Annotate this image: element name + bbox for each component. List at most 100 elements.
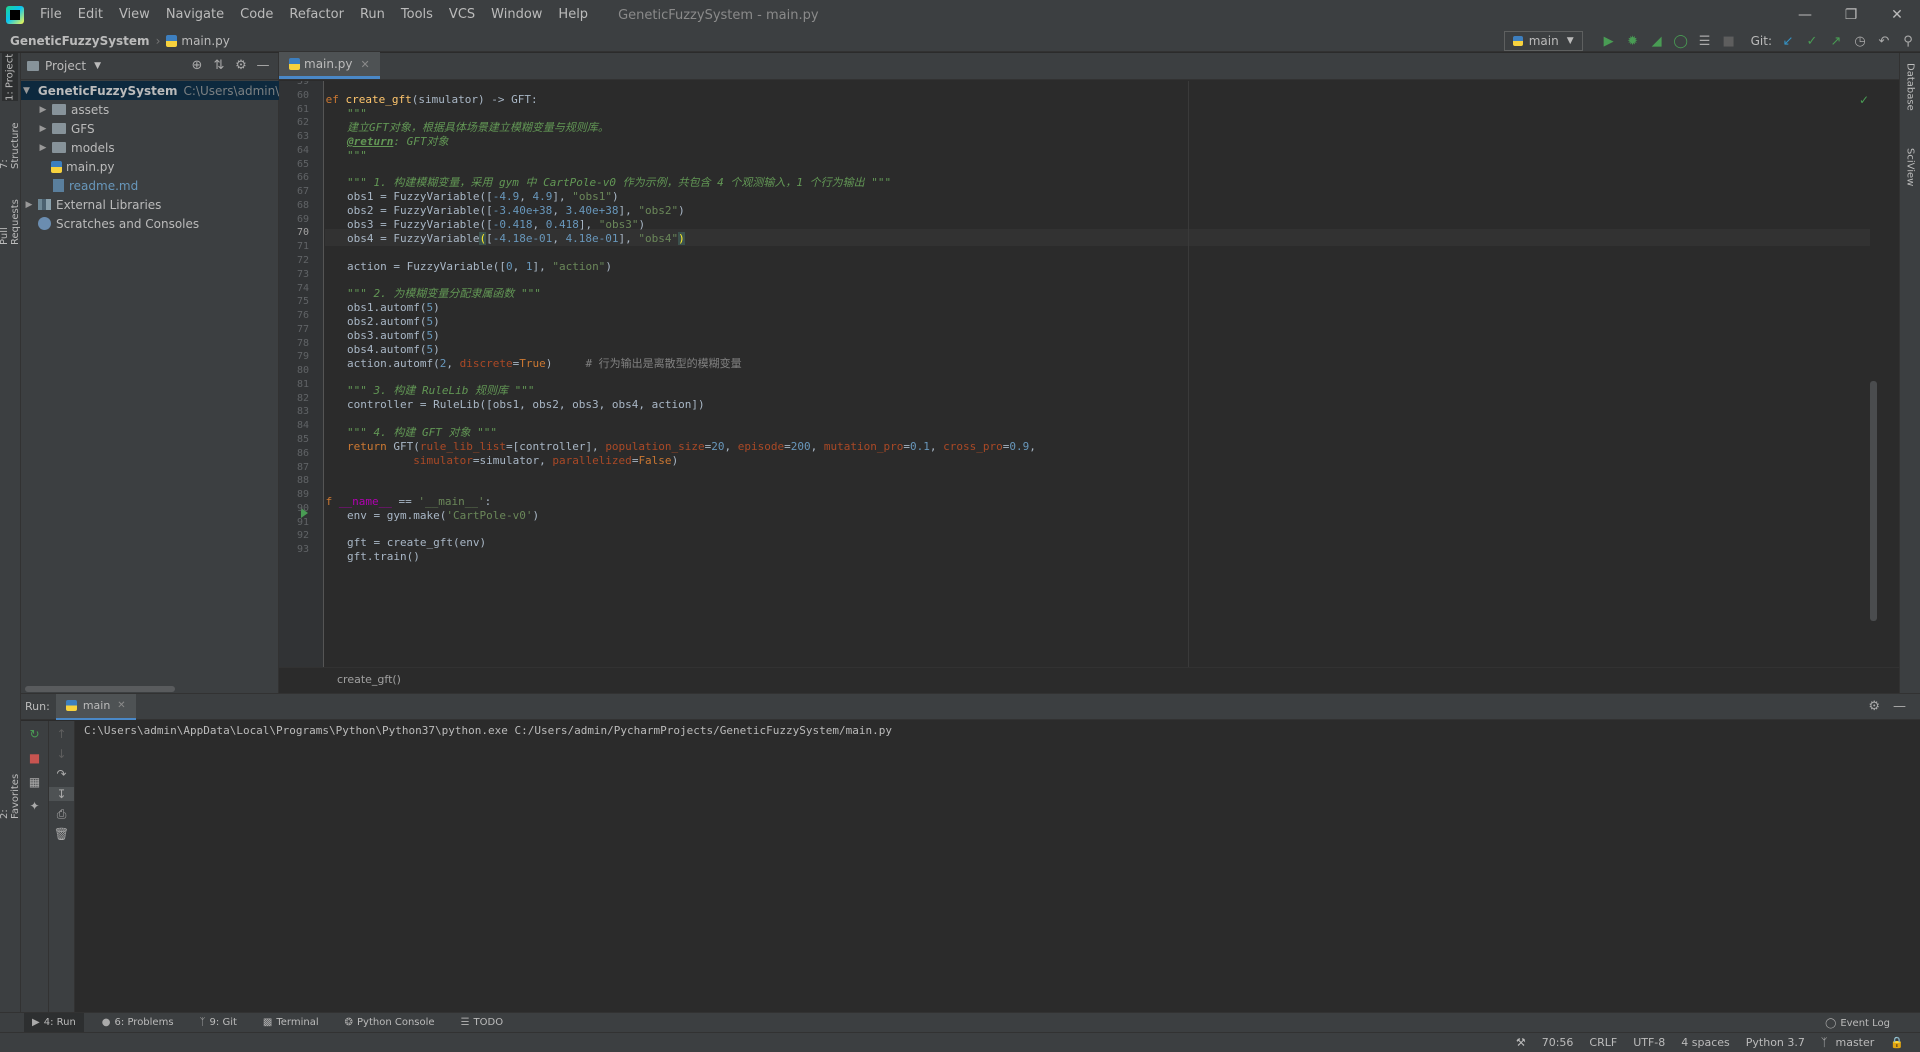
line-number[interactable]: 84 [297, 420, 309, 431]
search-icon[interactable]: ⚲ [1896, 30, 1920, 52]
trash-icon[interactable]: 🗑 [49, 827, 74, 841]
line-number[interactable]: 63 [297, 131, 309, 142]
line-number[interactable]: 87 [297, 462, 309, 473]
tab-pull-requests[interactable]: Pull Requests [0, 183, 21, 245]
chevron-right-icon[interactable]: ▶ [37, 124, 49, 134]
breadcrumb-function[interactable]: create_gft() [337, 673, 401, 686]
build-icon[interactable]: ☰ [1693, 30, 1717, 52]
menu-edit[interactable]: Edit [70, 0, 111, 30]
line-number[interactable]: 66 [297, 172, 309, 183]
line-number[interactable]: 82 [297, 393, 309, 404]
menu-view[interactable]: View [111, 0, 158, 30]
line-number[interactable]: 62 [297, 117, 309, 128]
rerun-icon[interactable]: ↻ [21, 727, 48, 741]
chevron-right-icon[interactable]: ▶ [23, 200, 35, 210]
hide-icon[interactable]: — [252, 58, 274, 73]
menu-help[interactable]: Help [550, 0, 596, 30]
line-number[interactable]: 67 [297, 186, 309, 197]
console-output[interactable]: C:\Users\admin\AppData\Local\Programs\Py… [84, 724, 892, 737]
chevron-down-icon[interactable]: ▼ [94, 61, 101, 71]
wrench-icon[interactable]: ⚒ [1508, 1036, 1534, 1049]
menu-code[interactable]: Code [232, 0, 281, 30]
line-number[interactable]: 71 [297, 241, 309, 252]
hide-icon[interactable]: — [1893, 699, 1906, 714]
line-number[interactable]: 72 [297, 255, 309, 266]
line-number[interactable]: 88 [297, 475, 309, 486]
git-push-icon[interactable]: ↗ [1824, 30, 1848, 52]
tab-sciview[interactable]: SciView [1902, 139, 1918, 195]
close-icon[interactable]: ✕ [1874, 0, 1920, 30]
run-configuration-selector[interactable]: main ▼ [1503, 31, 1583, 51]
indentation[interactable]: 4 spaces [1673, 1036, 1738, 1049]
gear-icon[interactable]: ⚙ [1868, 699, 1880, 714]
chevron-right-icon[interactable]: ▶ [37, 143, 49, 153]
breadcrumb-file[interactable]: main.py [181, 34, 230, 48]
tree-item-readme[interactable]: readme.md [21, 176, 279, 195]
tab-main-py[interactable]: main.py ✕ [279, 52, 380, 79]
tree-item-models[interactable]: ▶ models [21, 138, 279, 157]
project-panel-title[interactable]: Project [45, 59, 86, 73]
line-number[interactable]: 59 [297, 81, 309, 87]
menu-navigate[interactable]: Navigate [158, 0, 232, 30]
line-number[interactable]: 60 [297, 90, 309, 101]
breadcrumb-project[interactable]: GeneticFuzzySystem [10, 34, 150, 48]
arrow-up-icon[interactable]: ↑ [49, 727, 74, 741]
stop-icon[interactable]: ■ [1717, 30, 1741, 52]
line-number[interactable]: 68 [297, 200, 309, 211]
close-tab-icon[interactable]: ✕ [361, 58, 370, 71]
chevron-down-icon[interactable]: ▼ [23, 86, 30, 96]
tool-tab-python-console[interactable]: ❂ Python Console [337, 1013, 443, 1033]
minimize-icon[interactable]: — [1782, 0, 1828, 30]
line-number[interactable]: 75 [297, 296, 309, 307]
line-number[interactable]: 76 [297, 310, 309, 321]
menu-window[interactable]: Window [483, 0, 550, 30]
collapse-all-icon[interactable]: ⇅ [208, 58, 230, 73]
line-number[interactable]: 83 [297, 406, 309, 417]
tree-item-scratches[interactable]: Scratches and Consoles [21, 214, 279, 233]
restore-icon[interactable]: ❐ [1828, 0, 1874, 30]
lock-icon[interactable]: 🔒 [1882, 1036, 1912, 1049]
line-number[interactable]: 81 [297, 379, 309, 390]
line-number[interactable]: 79 [297, 351, 309, 362]
run-icon[interactable]: ▶ [1597, 30, 1621, 52]
inspection-ok-icon[interactable]: ✓ [1859, 93, 1869, 107]
line-number[interactable]: 70 [297, 227, 309, 238]
line-number[interactable]: 74 [297, 283, 309, 294]
tool-tab-event-log[interactable]: ◯ Event Log [1825, 1013, 1890, 1033]
menu-refactor[interactable]: Refactor [281, 0, 352, 30]
line-number[interactable]: 64 [297, 145, 309, 156]
tree-item-main-py[interactable]: main.py [21, 157, 279, 176]
line-number[interactable]: 86 [297, 448, 309, 459]
line-number-gutter[interactable]: 59 60 61 62 63 64 65 66 67 68 69 70 71 72 73 74 75 76 77 78… [279, 81, 324, 667]
line-number[interactable]: 69 [297, 214, 309, 225]
line-number[interactable]: 85 [297, 434, 309, 445]
locate-icon[interactable]: ⊕ [186, 58, 208, 73]
soft-wrap-icon[interactable]: ↷ [49, 767, 74, 781]
tree-item-external-libraries[interactable]: ▶ External Libraries [21, 195, 279, 214]
git-branch[interactable]: master [1836, 1036, 1883, 1049]
git-update-icon[interactable]: ↙ [1776, 30, 1800, 52]
tool-tab-git[interactable]: ᛉ 9: Git [192, 1013, 245, 1033]
profile-icon[interactable]: ◯ [1669, 30, 1693, 52]
tab-project[interactable]: 1: Project [2, 53, 18, 101]
scrollbar-thumb[interactable] [25, 686, 175, 692]
line-separator[interactable]: CRLF [1581, 1036, 1625, 1049]
tab-structure[interactable]: 7: Structure [0, 113, 21, 169]
line-number[interactable]: 90 [297, 503, 309, 514]
debug-icon[interactable]: ✹ [1621, 30, 1645, 52]
run-tab-main[interactable]: main ✕ [55, 693, 136, 720]
tool-tab-terminal[interactable]: ▩ Terminal [255, 1013, 327, 1033]
line-number[interactable]: 80 [297, 365, 309, 376]
python-interpreter[interactable]: Python 3.7 [1738, 1036, 1813, 1049]
pin-icon[interactable]: ✦ [21, 799, 48, 813]
scroll-to-end-icon[interactable]: ↧ [49, 787, 74, 801]
line-number[interactable]: 65 [297, 159, 309, 170]
chevron-right-icon[interactable]: ▶ [37, 105, 49, 115]
arrow-down-icon[interactable]: ↓ [49, 747, 74, 761]
line-number[interactable]: 73 [297, 269, 309, 280]
git-commit-icon[interactable]: ✓ [1800, 30, 1824, 52]
menu-tools[interactable]: Tools [393, 0, 441, 30]
print-icon[interactable]: ⎙ [49, 807, 74, 822]
line-number[interactable]: 61 [297, 104, 309, 115]
line-number[interactable]: 92 [297, 530, 309, 541]
